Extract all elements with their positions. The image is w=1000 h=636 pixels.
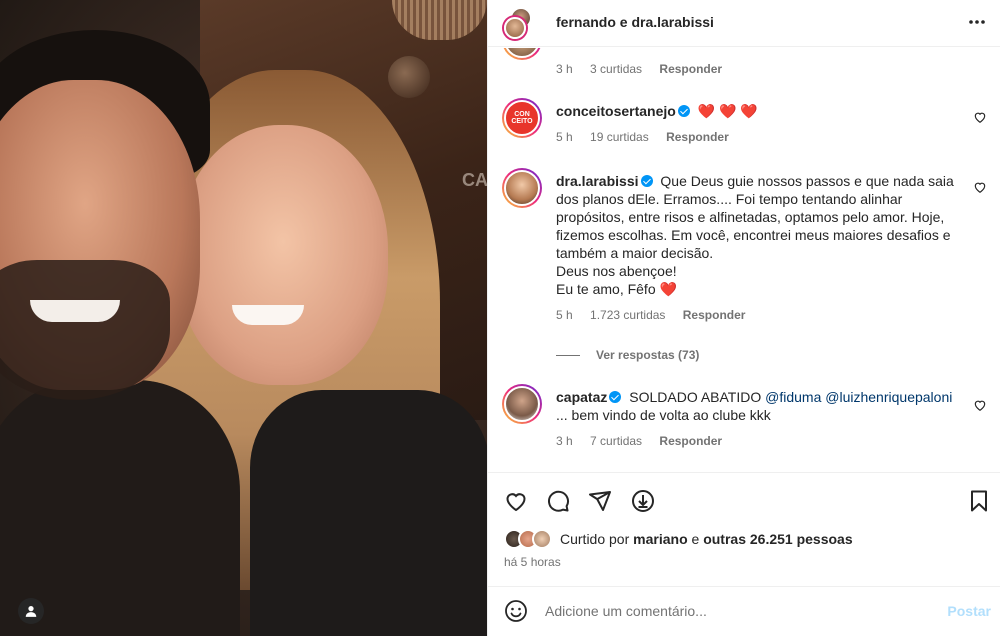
comment-time: 3 h (556, 434, 573, 448)
send-icon[interactable] (588, 489, 612, 513)
comment-heart-icon[interactable] (973, 180, 987, 194)
comment-username[interactable]: dra.larabissi (556, 173, 639, 189)
comment-likes[interactable]: 1.723 curtidas (590, 308, 665, 322)
comment-meta: 5 h 19 curtidas Responder (556, 128, 961, 146)
add-comment-bar: Adicione um comentário... Postar (488, 586, 1000, 636)
heart-icon[interactable] (504, 489, 528, 513)
avatar[interactable] (502, 384, 542, 424)
comment-time: 5 h (556, 308, 573, 322)
likes-mid: e (691, 531, 700, 547)
comment-likes[interactable]: 19 curtidas (590, 130, 649, 144)
avatar[interactable] (502, 168, 542, 208)
comment-text: SOLDADO ABATIDO (629, 389, 762, 405)
photo-man-body (0, 380, 240, 636)
avatar (504, 17, 526, 39)
comment-text: ... bem vindo de volta ao clube kkk (556, 407, 771, 423)
post-photo[interactable]: CA (0, 0, 487, 636)
comment-username[interactable]: capataz (556, 389, 607, 405)
user-tag-icon (25, 606, 37, 617)
mention-link[interactable]: @luizhenriquepaloni (825, 389, 952, 405)
verified-badge-icon (677, 105, 690, 117)
reply-button[interactable]: Responder (666, 130, 729, 144)
comment-text-line: Eu te amo, Fêfo ❤️ (556, 281, 677, 297)
comment-meta: 5 h 1.723 curtidas Responder (556, 306, 961, 324)
comment-heart-icon[interactable] (973, 398, 987, 412)
photo-man-smile (30, 300, 120, 322)
comment-meta: 3 h 7 curtidas Responder (556, 432, 961, 450)
post-header: fernando e dra.larabissi (488, 0, 1000, 47)
likes-others[interactable]: outras 26.251 pessoas (703, 531, 852, 547)
photo-sign-text: CA (462, 170, 487, 190)
photo-woman-face (178, 125, 388, 385)
comment-text-line: Deus nos abençoe! (556, 263, 677, 279)
user-tag-button[interactable] (18, 598, 44, 624)
likes-summary[interactable]: Curtido por mariano e outras 26.251 pess… (504, 529, 853, 549)
more-options-button[interactable] (967, 12, 987, 32)
comment-likes[interactable]: 3 curtidas (590, 62, 642, 76)
reply-button[interactable]: Responder (683, 308, 746, 322)
view-replies-divider (556, 354, 580, 356)
avatar[interactable]: CON CEITO (502, 98, 542, 138)
reply-button[interactable]: Responder (659, 62, 722, 76)
post-actions: Curtido por mariano e outras 26.251 pess… (488, 472, 1000, 580)
bookmark-icon[interactable] (967, 489, 991, 513)
comment-time: 5 h (556, 130, 573, 144)
view-replies-button[interactable]: Ver respostas (73) (556, 348, 699, 362)
comment-input[interactable]: Adicione um comentário... (545, 603, 707, 619)
comment-text: ❤️ ❤️ ❤️ (697, 103, 758, 119)
photo-woman-smile (232, 305, 304, 325)
avatar (532, 529, 552, 549)
photo-lamp (388, 56, 430, 98)
comment-username[interactable]: conceitosertanejo (556, 103, 676, 119)
likes-prefix: Curtido por (560, 531, 630, 547)
more-options-icon (969, 20, 985, 24)
view-replies-label: Ver respostas (73) (596, 348, 700, 362)
liker-username[interactable]: mariano (633, 531, 687, 547)
comment-time: 3 h (556, 62, 573, 76)
comment-icon[interactable] (546, 489, 570, 513)
post-comment-button[interactable]: Postar (947, 603, 991, 619)
comment-likes[interactable]: 7 curtidas (590, 434, 642, 448)
mention-link[interactable]: @fiduma (765, 389, 821, 405)
post-side-panel: fernando e dra.larabissi 3 h 3 curtidas … (487, 0, 1000, 636)
avatar[interactable] (502, 48, 542, 60)
verified-badge-icon (609, 391, 622, 403)
liker-avatars (504, 529, 554, 549)
post-author-title[interactable]: fernando e dra.larabissi (556, 14, 714, 30)
download-icon[interactable] (631, 489, 655, 513)
comments-list[interactable]: 3 h 3 curtidas Responder CON CEITO conce… (488, 48, 1000, 472)
verified-badge-icon (640, 175, 653, 187)
post-timestamp[interactable]: há 5 horas (504, 555, 561, 569)
photo-woman-body (250, 390, 487, 636)
collab-avatars[interactable] (504, 7, 532, 39)
comment-heart-icon[interactable] (973, 110, 987, 124)
emoji-icon[interactable] (504, 599, 528, 623)
reply-button[interactable]: Responder (659, 434, 722, 448)
comment-meta: 3 h 3 curtidas Responder (556, 60, 961, 78)
avatar-logo-text: CON CEITO (511, 111, 533, 125)
